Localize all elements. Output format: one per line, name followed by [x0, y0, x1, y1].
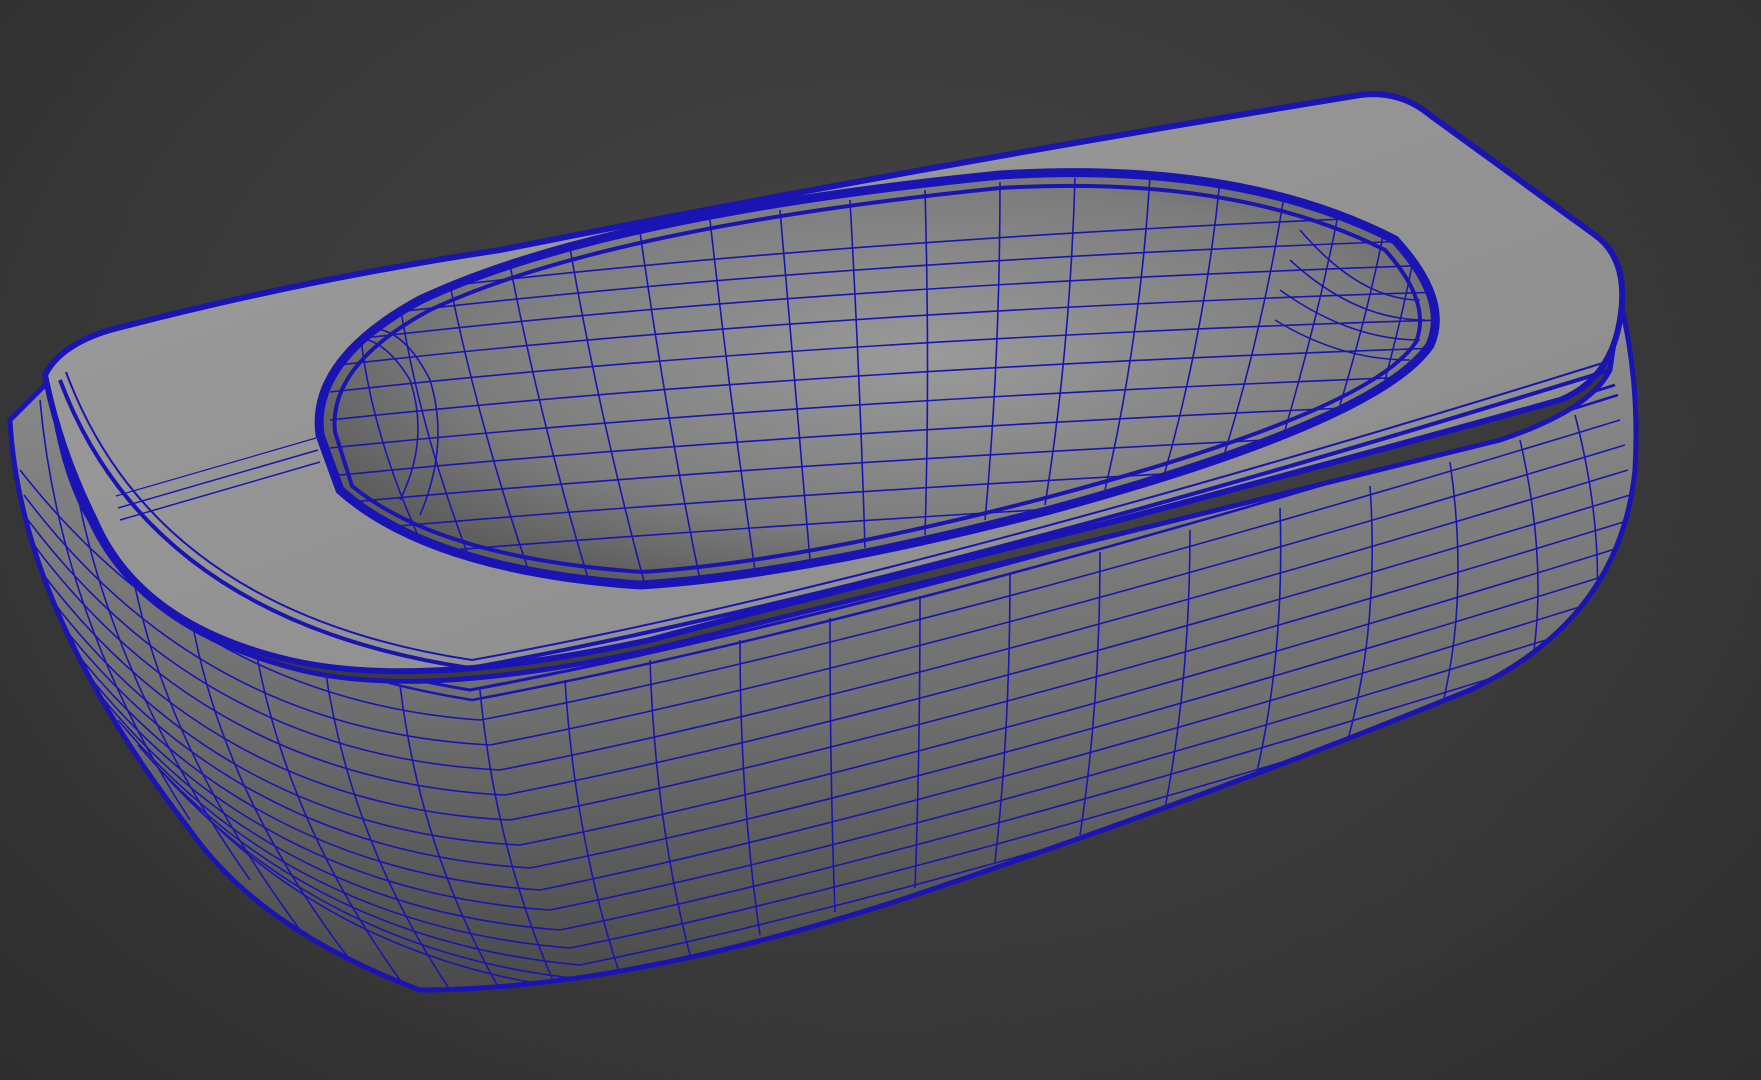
3d-viewport[interactable]: [0, 0, 1761, 1080]
bathtub-wireframe-model[interactable]: [0, 0, 1761, 1080]
